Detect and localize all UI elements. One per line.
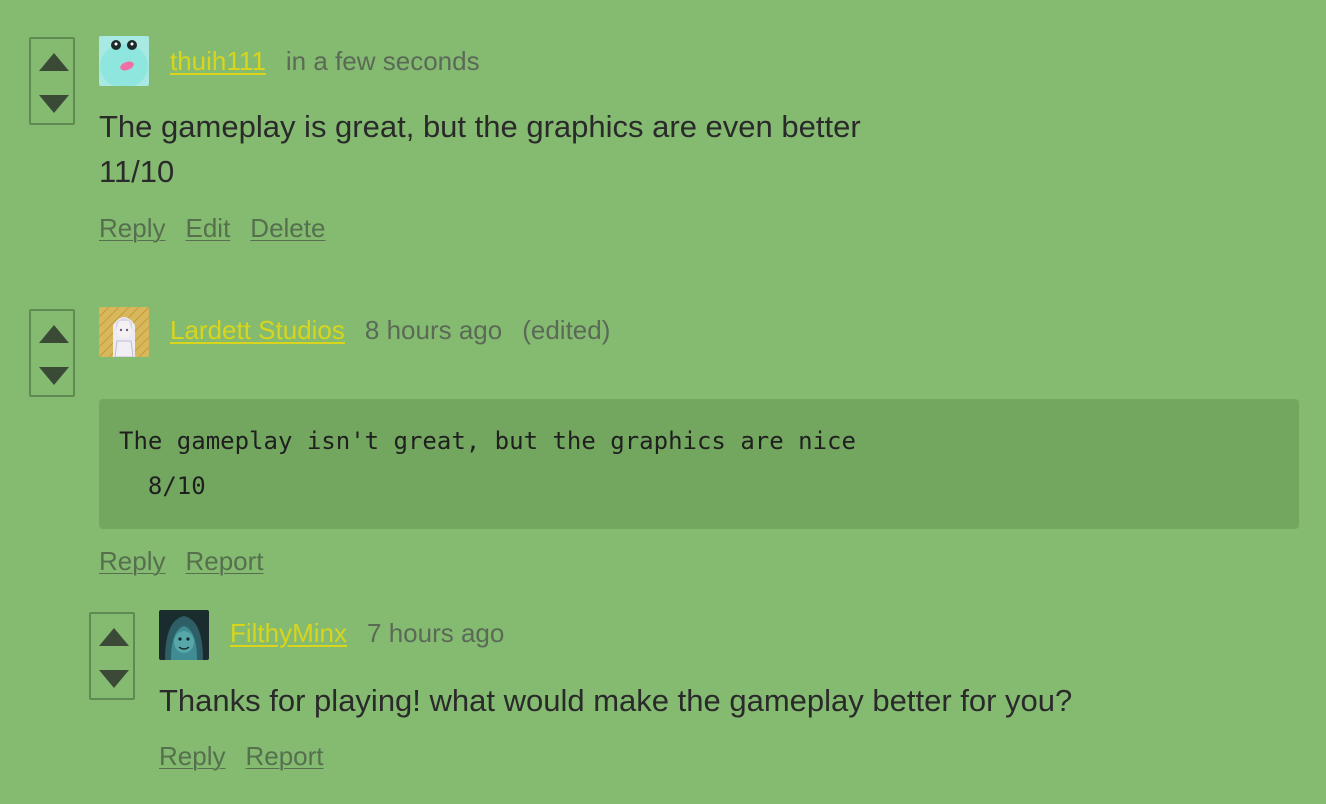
edited-indicator: (edited) xyxy=(522,314,611,345)
code-line: 8/10 xyxy=(119,472,206,500)
comment-actions: Reply Report xyxy=(159,741,344,772)
report-link[interactable]: Report xyxy=(185,546,263,577)
code-block: The gameplay isn't great, but the graphi… xyxy=(99,399,1299,529)
vote-box xyxy=(29,309,75,397)
comment-actions: Reply Report xyxy=(99,546,284,577)
timestamp: 8 hours ago xyxy=(364,314,503,345)
username-link[interactable]: thuih111 xyxy=(170,46,266,77)
timestamp: 7 hours ago xyxy=(367,617,505,648)
username-link[interactable]: FilthyMinx xyxy=(230,618,347,649)
downvote-arrow-icon[interactable] xyxy=(99,670,129,688)
report-link[interactable]: Report xyxy=(245,741,323,772)
comment-body: Thanks for playing! what would make the … xyxy=(159,678,1072,723)
comment-meta: FilthyMinx 7 hours ago xyxy=(230,608,524,658)
timestamp: in a few seconds xyxy=(285,45,480,76)
anime-girl-avatar-icon[interactable] xyxy=(99,307,149,357)
comment-body-line: 11/10 xyxy=(99,154,175,189)
code-line: The gameplay isn't great, but the graphi… xyxy=(119,427,856,455)
vote-box xyxy=(89,612,135,700)
comment-body: The gameplay is great, but the graphics … xyxy=(99,104,861,194)
comment-actions: Reply Edit Delete xyxy=(99,213,345,244)
comment-meta: Lardett Studios 8 hours ago (edited) xyxy=(170,305,610,355)
reply-link[interactable]: Reply xyxy=(99,213,165,244)
comment-body-line: Thanks for playing! what would make the … xyxy=(159,683,1073,718)
upvote-arrow-icon[interactable] xyxy=(39,325,69,343)
comment-body-line: The gameplay is great, but the graphics … xyxy=(99,109,861,144)
frog-avatar-icon[interactable] xyxy=(99,36,149,86)
downvote-arrow-icon[interactable] xyxy=(39,367,69,385)
hooded-figure-avatar-icon[interactable] xyxy=(159,610,209,660)
delete-link[interactable]: Delete xyxy=(250,213,325,244)
upvote-arrow-icon[interactable] xyxy=(39,53,69,71)
reply-link[interactable]: Reply xyxy=(159,741,225,772)
reply-link[interactable]: Reply xyxy=(99,546,165,577)
downvote-arrow-icon[interactable] xyxy=(39,95,69,113)
upvote-arrow-icon[interactable] xyxy=(99,628,129,646)
comment-meta: thuih111 in a few seconds xyxy=(170,36,500,86)
edit-link[interactable]: Edit xyxy=(185,213,230,244)
vote-box xyxy=(29,37,75,125)
username-link[interactable]: Lardett Studios xyxy=(170,315,345,346)
